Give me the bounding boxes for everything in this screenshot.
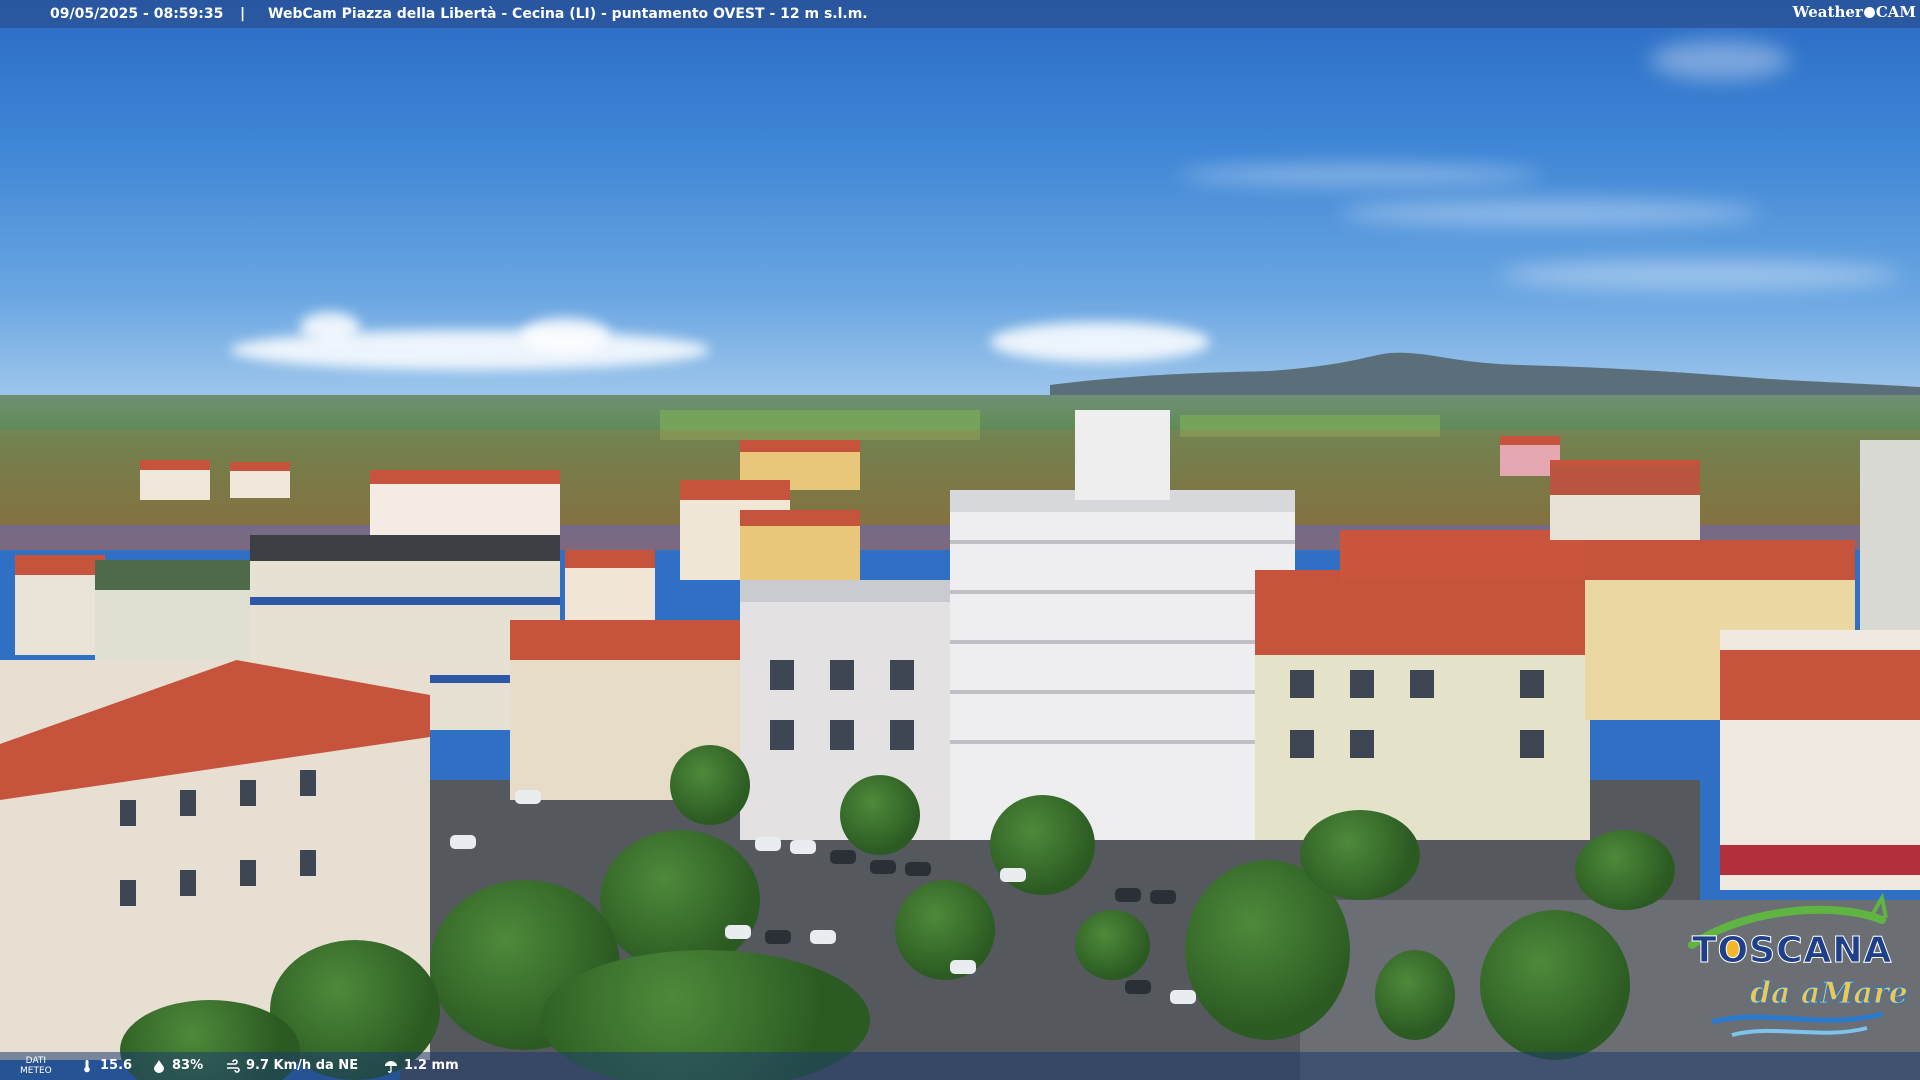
- window: [300, 850, 316, 876]
- car: [725, 925, 751, 939]
- weather-label-line2: METEO: [20, 1066, 52, 1076]
- thermometer-icon: [84, 1059, 90, 1072]
- car: [1125, 980, 1151, 994]
- window: [240, 860, 256, 886]
- building: [15, 555, 105, 655]
- car: [1115, 888, 1141, 902]
- building: [1550, 465, 1700, 540]
- cloud: [1180, 165, 1540, 185]
- temperature-value: 15.6: [100, 1058, 133, 1073]
- building: [950, 490, 1295, 840]
- wind-metric: 9.7 Km/h da NE: [226, 1058, 358, 1073]
- cloud: [300, 312, 360, 342]
- window: [1520, 670, 1544, 698]
- building: [230, 462, 290, 498]
- building: [1860, 440, 1920, 640]
- window: [300, 770, 316, 796]
- cloud: [1650, 40, 1790, 80]
- car: [1000, 868, 1026, 882]
- tree: [1575, 830, 1675, 910]
- building: [95, 560, 250, 660]
- timestamp: 09/05/2025 - 08:59:35: [50, 6, 224, 22]
- cloud: [1340, 200, 1760, 226]
- toscana-da-amare-logo: TOSCANA da aMare: [1672, 890, 1912, 1050]
- humidity-drop-icon: [154, 1059, 164, 1073]
- window: [1520, 730, 1544, 758]
- cloud: [520, 318, 610, 352]
- window: [1290, 670, 1314, 698]
- tree: [895, 880, 995, 980]
- building: [1720, 630, 1920, 890]
- humidity-value: 83%: [172, 1058, 204, 1073]
- building: [140, 460, 210, 500]
- humidity-metric: 83%: [152, 1058, 203, 1073]
- building: [1075, 410, 1170, 500]
- car: [870, 860, 896, 874]
- car: [790, 840, 816, 854]
- brand-dot-icon: [1863, 6, 1875, 18]
- weather-label-line1: DATI: [25, 1056, 47, 1066]
- window: [180, 790, 196, 816]
- window: [890, 720, 914, 750]
- car: [830, 850, 856, 864]
- window: [770, 660, 794, 690]
- webcam-caption: WebCam Piazza della Libertà - Cecina (LI…: [268, 6, 868, 22]
- tree: [1075, 910, 1150, 980]
- weather-data-bar: DATI METEO 15.6 83% 9.7 Km/h da NE 1.2 m…: [0, 1052, 1920, 1080]
- car: [765, 930, 791, 944]
- caption-bar: 09/05/2025 - 08:59:35 | WebCam Piazza de…: [0, 0, 1920, 28]
- rain-metric: 1.2 mm: [384, 1058, 459, 1073]
- webcam-image: [0, 0, 1920, 1080]
- tree: [840, 775, 920, 855]
- car: [950, 960, 976, 974]
- car: [810, 930, 836, 944]
- building: [740, 510, 860, 580]
- car: [755, 837, 781, 851]
- car: [905, 862, 931, 876]
- brand-right: CAM: [1875, 3, 1916, 21]
- brand-left: Weather: [1792, 3, 1863, 21]
- car: [1170, 990, 1196, 1004]
- window: [1290, 730, 1314, 758]
- window: [120, 800, 136, 826]
- weather-data-label: DATI METEO: [20, 1056, 52, 1076]
- window: [1410, 670, 1434, 698]
- temperature-metric: 15.6: [80, 1058, 132, 1073]
- window: [180, 870, 196, 896]
- window: [240, 780, 256, 806]
- window: [830, 660, 854, 690]
- tree: [1375, 950, 1455, 1040]
- building: [1255, 570, 1590, 840]
- window: [1350, 670, 1374, 698]
- logo-subtitle: da aMare: [1750, 976, 1909, 1012]
- car: [515, 790, 541, 804]
- window: [890, 660, 914, 690]
- cloud: [230, 330, 710, 370]
- window: [120, 880, 136, 906]
- caption-separator: |: [240, 6, 246, 22]
- car: [1150, 890, 1176, 904]
- window: [830, 720, 854, 750]
- window: [770, 720, 794, 750]
- wind-icon: [227, 1058, 240, 1073]
- tree: [1300, 810, 1420, 900]
- weathercam-logo: Weather CAM: [1793, 3, 1916, 21]
- tree: [1480, 910, 1630, 1060]
- wind-value: 9.7 Km/h da NE: [246, 1058, 359, 1073]
- cloud: [1500, 260, 1900, 290]
- tree: [600, 830, 760, 970]
- building: [565, 550, 655, 620]
- window: [1350, 730, 1374, 758]
- rain-umbrella-icon: [385, 1060, 397, 1073]
- building: [370, 470, 560, 540]
- tree: [670, 745, 750, 825]
- car: [450, 835, 476, 849]
- rain-value: 1.2 mm: [404, 1058, 459, 1073]
- logo-title: TOSCANA: [1691, 930, 1893, 972]
